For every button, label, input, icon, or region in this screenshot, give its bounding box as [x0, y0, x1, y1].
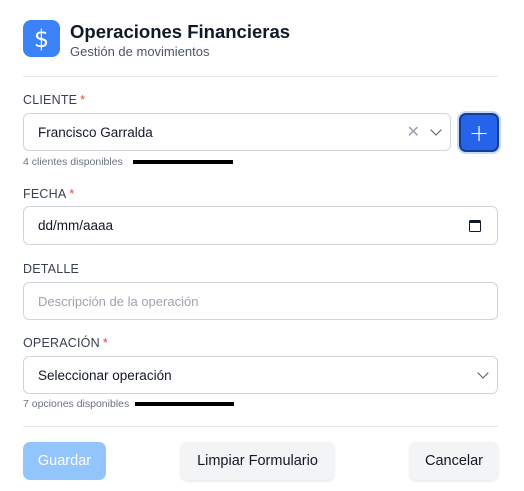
form-header: $ Operaciones Financieras Gestión de mov…: [23, 20, 290, 60]
header-divider: [23, 76, 498, 77]
detalle-label-text: DETALLE: [23, 262, 80, 276]
chevron-down-icon[interactable]: [430, 124, 442, 136]
cliente-label-text: CLIENTE: [23, 93, 78, 107]
fecha-label-text: FECHA: [23, 187, 67, 201]
operacion-selected-value: Seleccionar operación: [38, 367, 172, 383]
required-mark: *: [102, 336, 108, 350]
operacion-label-text: OPERACIÓN: [23, 336, 100, 350]
redaction-bar: [132, 160, 233, 164]
dollar-icon: $: [23, 20, 60, 57]
operacion-label: OPERACIÓN *: [23, 336, 108, 350]
detalle-label: DETALLE: [23, 262, 79, 276]
cliente-selected-value: Francisco Garralda: [38, 124, 153, 140]
calendar-icon[interactable]: [469, 219, 481, 232]
header-titles: Operaciones Financieras Gestión de movim…: [70, 20, 290, 60]
footer-divider: [23, 426, 498, 427]
cliente-hint: 4 clientes disponibles: [23, 156, 233, 168]
add-cliente-button[interactable]: +: [459, 113, 499, 152]
redaction-bar: [135, 402, 235, 406]
clear-selection-icon[interactable]: ✕: [407, 123, 420, 141]
cliente-hint-text: 4 clientes disponibles: [23, 156, 123, 168]
operations-form-card: $ Operaciones Financieras Gestión de mov…: [0, 0, 524, 491]
fecha-value: dd/mm/aaaa: [38, 218, 114, 233]
cliente-label: CLIENTE *: [23, 93, 85, 107]
operacion-hint-text: 7 opciones disponibles: [23, 398, 130, 410]
cliente-select[interactable]: Francisco Garralda ✕: [23, 113, 451, 151]
operacion-select[interactable]: Seleccionar operación: [23, 356, 498, 394]
page-subtitle: Gestión de movimientos: [70, 44, 210, 59]
required-mark: *: [80, 93, 86, 107]
save-button[interactable]: Guardar: [23, 442, 106, 480]
required-mark: *: [69, 187, 75, 201]
fecha-date-input[interactable]: dd/mm/aaaa: [23, 206, 498, 245]
cancel-button[interactable]: Cancelar: [410, 442, 498, 480]
detalle-placeholder: Descripción de la operación: [38, 293, 199, 309]
chevron-down-icon[interactable]: [477, 367, 489, 379]
fecha-label: FECHA *: [23, 187, 74, 201]
detalle-input[interactable]: Descripción de la operación: [23, 282, 498, 320]
page-title: Operaciones Financieras: [70, 21, 291, 42]
clear-form-button[interactable]: Limpiar Formulario: [181, 442, 334, 480]
operacion-hint: 7 opciones disponibles: [23, 398, 235, 410]
